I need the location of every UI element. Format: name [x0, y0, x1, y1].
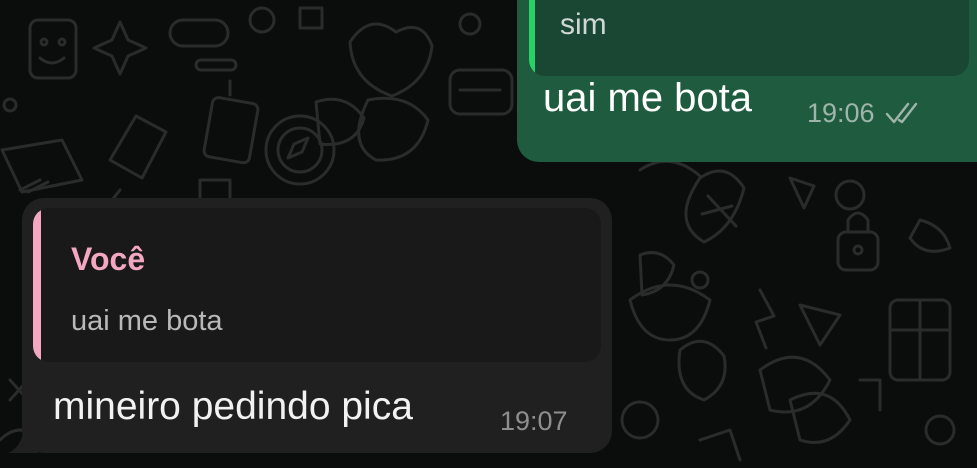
quoted-message-author: Você — [71, 241, 146, 277]
quote-accent-bar — [529, 0, 535, 76]
bubble-tail — [8, 427, 38, 453]
message-meta: 19:06 — [807, 96, 923, 130]
message-time: 19:06 — [807, 98, 875, 128]
outgoing-message-bubble[interactable]: sim uai me bota 19:06 — [517, 0, 977, 162]
quoted-message-text: sim — [560, 8, 607, 41]
quoted-message[interactable]: sim — [529, 0, 969, 76]
message-text: uai me bota — [543, 76, 753, 120]
quoted-message-text: uai me bota — [71, 305, 223, 337]
quoted-message[interactable]: Você uai me bota — [33, 208, 601, 362]
double-check-read-icon — [885, 102, 917, 124]
message-time: 19:07 — [500, 406, 568, 436]
quote-accent-bar — [33, 208, 41, 362]
incoming-message-bubble[interactable]: Você uai me bota mineiro pedindo pica 19… — [8, 198, 612, 453]
message-text: mineiro pedindo pica — [53, 385, 413, 428]
message-meta: 19:07 — [500, 404, 568, 438]
